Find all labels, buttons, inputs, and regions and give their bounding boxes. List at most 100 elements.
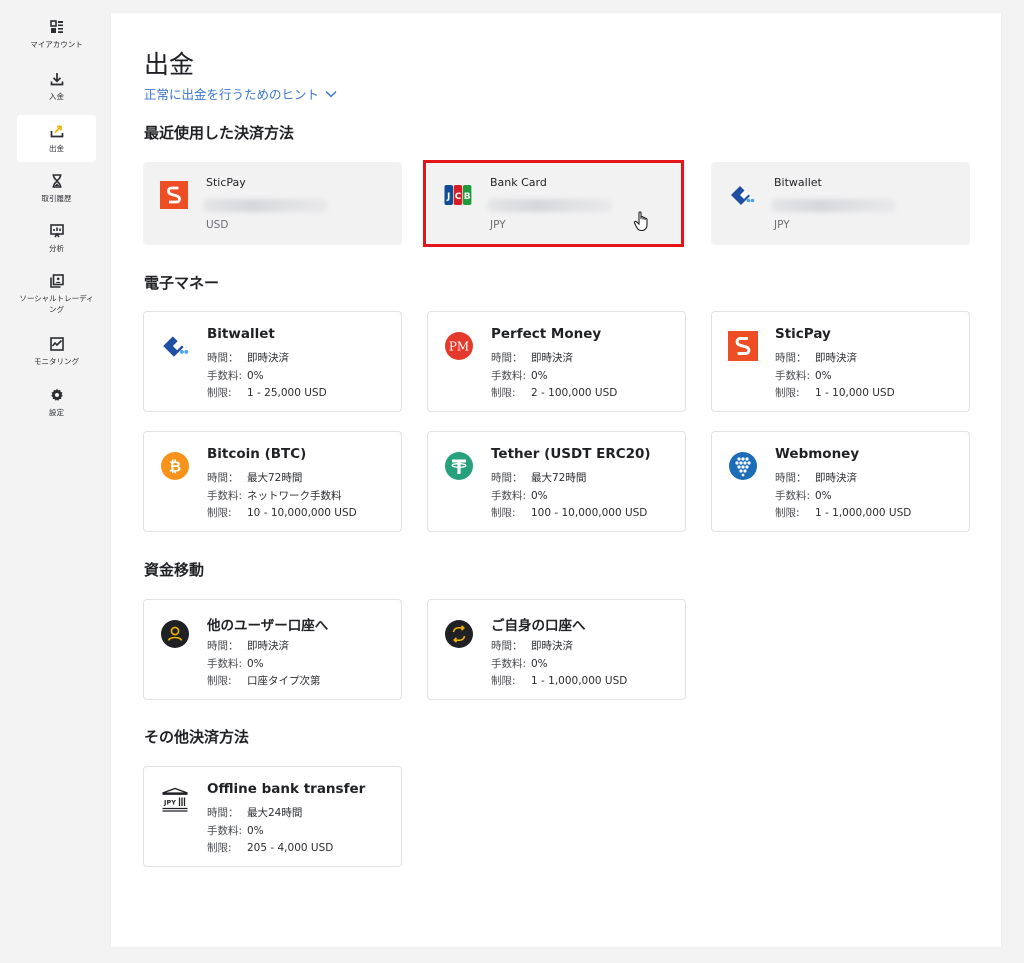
limit-label: 制限: — [207, 507, 232, 519]
hint-link[interactable]: 正常に出金を行うためのヒント — [144, 84, 337, 103]
withdraw-icon — [50, 125, 63, 138]
time-value: 最大72時間 — [247, 472, 303, 484]
masked-account-number — [203, 199, 328, 212]
fee-label: 手数料: — [491, 657, 527, 670]
method-card-sticpay[interactable]: SticPay 時間： 即時決済 手数料: 0% 制限: 1 - 10,000 USD — [711, 311, 970, 412]
limit-label: 制限: — [491, 507, 516, 519]
sidebar-item-history[interactable]: 取引履歴 — [17, 168, 96, 212]
method-name: ご自身の口座へ — [491, 618, 586, 634]
section-title-recent: 最近使用した決済方法 — [144, 124, 295, 142]
fee-value: 0% — [531, 657, 548, 670]
chevron-down-icon — [325, 90, 337, 98]
limit-value: 1 - 1,000,000 USD — [531, 675, 628, 687]
sidebar-item-withdraw[interactable]: 出金 — [17, 115, 96, 162]
sticpay-logo-icon — [160, 181, 188, 209]
gear-icon — [50, 388, 63, 401]
svg-text:₿: ₿ — [169, 458, 181, 476]
time-label: 時間： — [775, 472, 807, 484]
method-name: Bitwallet — [207, 326, 275, 342]
section-title-transfer: 資金移動 — [144, 561, 205, 579]
bitwallet-logo-icon — [731, 186, 755, 205]
method-card-perfect-money[interactable]: PM Perfect Money 時間： 即時決済 手数料: 0% 制限: 2 - 1… — [427, 311, 686, 412]
method-card-offline-bank-transfer[interactable]: JPY Offline bank transfer 時間： 最大24時間 手数料:… — [143, 766, 402, 867]
perfect-money-logo-icon: PM — [445, 332, 473, 360]
method-name: Bitcoin (BTC) — [207, 446, 307, 462]
time-value: 即時決済 — [531, 640, 573, 652]
method-name: SticPay — [775, 326, 831, 342]
limit-value: 205 - 4,000 USD — [247, 842, 334, 854]
method-card-tether[interactable]: Tether (USDT ERC20) 時間： 最大72時間 手数料: 0% 制限:… — [427, 431, 686, 532]
sidebar: マイアカウント 入金 出金 取引履歴 分析 ソーシャルトレーディング モニタリン… — [0, 0, 111, 963]
limit-value: 1 - 10,000 USD — [815, 387, 895, 399]
fee-label: 手数料: — [491, 489, 527, 502]
monitoring-icon — [49, 337, 64, 351]
recent-card-bitwallet[interactable]: Bitwallet JPY — [711, 162, 970, 245]
method-card-bitcoin[interactable]: ₿ Bitcoin (BTC) 時間： 最大72時間 手数料: ネットワーク手数料 … — [143, 431, 402, 532]
social-trading-icon — [49, 274, 64, 288]
bitwallet-logo-icon — [163, 336, 189, 357]
recent-card-sticpay[interactable]: SticPay USD — [143, 162, 402, 245]
sidebar-item-label: ソーシャルトレーディング — [19, 294, 94, 314]
fee-label: 手数料: — [491, 369, 527, 382]
time-label: 時間： — [207, 640, 239, 652]
fee-value: 0% — [247, 657, 264, 670]
svg-text:B: B — [464, 192, 471, 202]
fee-value: 0% — [531, 489, 548, 502]
method-name: Offline bank transfer — [207, 781, 366, 797]
limit-label: 制限: — [207, 675, 232, 687]
limit-value: 2 - 100,000 USD — [531, 387, 618, 399]
webmoney-logo-icon — [729, 452, 757, 480]
method-card-webmoney[interactable]: Webmoney 時間： 即時決済 手数料: 0% 制限: 1 - 1,000,000… — [711, 431, 970, 532]
download-icon — [50, 73, 63, 86]
fee-value: 0% — [247, 369, 264, 382]
sidebar-item-label: 分析 — [49, 244, 64, 253]
sidebar-item-social-trading[interactable]: ソーシャルトレーディング — [17, 268, 96, 324]
fee-label: 手数料: — [207, 369, 243, 382]
recent-card-currency: JPY — [490, 219, 506, 231]
time-value: 即時決済 — [247, 640, 289, 652]
time-label: 時間： — [491, 472, 523, 484]
limit-value: 100 - 10,000,000 USD — [531, 507, 648, 519]
hint-link-label: 正常に出金を行うためのヒント — [144, 87, 320, 102]
user-icon — [161, 620, 189, 648]
time-label: 時間： — [491, 352, 523, 364]
page-title: 出金 — [144, 50, 195, 79]
sidebar-item-label: 取引履歴 — [41, 194, 72, 203]
recent-card-name: Bitwallet — [774, 176, 822, 189]
fee-label: 手数料: — [775, 369, 811, 382]
fee-value: ネットワーク手数料 — [247, 489, 342, 502]
bank-icon-label: JPY — [163, 799, 176, 807]
masked-account-number — [487, 199, 612, 212]
analytics-icon — [49, 224, 64, 238]
sticpay-logo-icon — [728, 331, 758, 361]
method-card-bitwallet[interactable]: Bitwallet 時間： 即時決済 手数料: 0% 制限: 1 - 25,000 U… — [143, 311, 402, 412]
method-card-own-account[interactable]: ご自身の口座へ 時間： 即時決済 手数料: 0% 制限: 1 - 1,000,000 … — [427, 599, 686, 700]
fee-label: 手数料: — [775, 489, 811, 502]
dashboard-icon — [49, 20, 63, 33]
fee-value: 0% — [247, 824, 264, 837]
masked-account-number — [771, 199, 896, 212]
sidebar-item-monitoring[interactable]: モニタリング — [17, 331, 96, 375]
tether-logo-icon — [445, 452, 473, 480]
limit-label: 制限: — [491, 675, 516, 687]
limit-value: 口座タイプ次第 — [247, 675, 321, 687]
method-card-other-user[interactable]: 他のユーザー口座へ 時間： 即時決済 手数料: 0% 制限: 口座タイプ次第 — [143, 599, 402, 700]
limit-label: 制限: — [775, 387, 800, 399]
time-value: 即時決済 — [815, 472, 857, 484]
sidebar-item-label: 設定 — [49, 408, 64, 417]
sidebar-item-analytics[interactable]: 分析 — [17, 218, 96, 262]
svg-text:PM: PM — [449, 340, 469, 354]
sidebar-item-my-account[interactable]: マイアカウント — [17, 14, 96, 58]
sidebar-item-settings[interactable]: 設定 — [17, 382, 96, 426]
fee-value: 0% — [531, 369, 548, 382]
recent-card-bank-card[interactable]: JCB Bank Card JPY — [427, 162, 686, 245]
limit-label: 制限: — [207, 842, 232, 854]
limit-label: 制限: — [207, 387, 232, 399]
sidebar-item-deposit[interactable]: 入金 — [17, 66, 96, 110]
time-label: 時間： — [775, 352, 807, 364]
recent-card-currency: USD — [206, 219, 229, 231]
hand-cursor-icon — [633, 211, 648, 232]
bank-jpy-icon: JPY — [162, 787, 188, 812]
limit-label: 制限: — [775, 507, 800, 519]
fee-value: 0% — [815, 369, 832, 382]
